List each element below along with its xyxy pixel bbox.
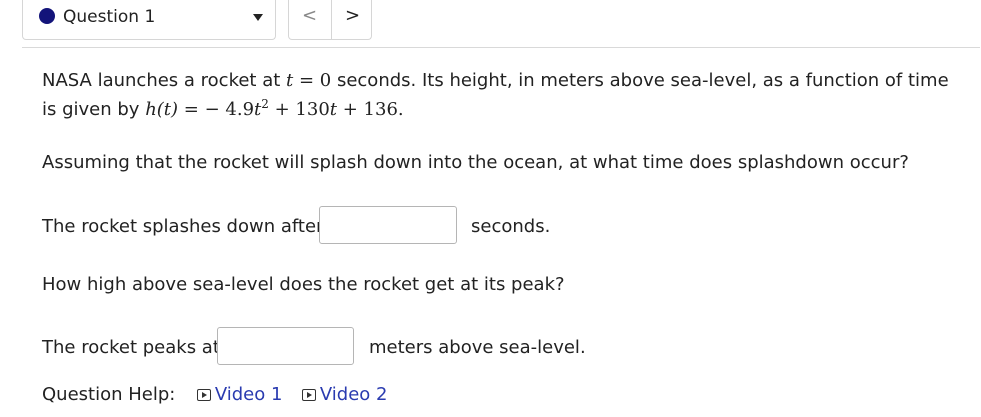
question-select[interactable]: Question 1 xyxy=(22,0,276,40)
question-help-label: Question Help: xyxy=(42,384,176,405)
video-1-link[interactable]: Video 1 xyxy=(215,384,283,405)
part1-suffix: seconds. xyxy=(471,216,551,237)
math-h-of-t: h(t) xyxy=(145,99,179,120)
math-coefficient-a: = − 4.9 xyxy=(178,99,255,120)
problem-intro: NASA launches a rocket at t = 0 seconds.… xyxy=(42,70,949,91)
math-var-t-linear: t xyxy=(329,99,338,120)
part2-suffix: meters above sea-level. xyxy=(369,337,586,358)
math-exponent: 2 xyxy=(261,97,269,111)
play-video-icon xyxy=(301,389,316,401)
video-2-link[interactable]: Video 2 xyxy=(320,384,388,405)
problem-equation-line: is given by h(t) = − 4.9t2 + 130t + 136. xyxy=(42,97,404,120)
question-nav-bar: Question 1 < > xyxy=(22,0,980,48)
question-help: Question Help: Video 1 Video 2 xyxy=(42,384,388,405)
play-video-icon xyxy=(196,389,211,401)
next-question-button[interactable]: > xyxy=(331,0,373,39)
intro-text-2: seconds. Its height, in meters above sea… xyxy=(331,70,949,91)
question-status-dot xyxy=(39,8,55,24)
splashdown-time-input[interactable] xyxy=(319,206,457,244)
peak-question: How high above sea-level does the rocket… xyxy=(42,274,565,295)
question-pager: < > xyxy=(288,0,372,40)
splashdown-question: Assuming that the rocket will splash dow… xyxy=(42,152,909,173)
math-coefficient-b: + 130 xyxy=(268,99,330,120)
math-constant: + 136. xyxy=(337,99,404,120)
intro-text-1: NASA launches a rocket at xyxy=(42,70,287,91)
part2-prefix: The rocket peaks at xyxy=(42,337,220,358)
part1-prefix: The rocket splashes down after xyxy=(42,216,324,237)
peak-height-input[interactable] xyxy=(217,327,354,365)
math-equals-zero: = 0 xyxy=(293,70,332,91)
question-select-label: Question 1 xyxy=(63,7,156,27)
caret-down-icon xyxy=(253,14,263,21)
equation-lead-text: is given by xyxy=(42,99,146,120)
previous-question-button[interactable]: < xyxy=(289,0,330,39)
divider xyxy=(22,47,980,48)
